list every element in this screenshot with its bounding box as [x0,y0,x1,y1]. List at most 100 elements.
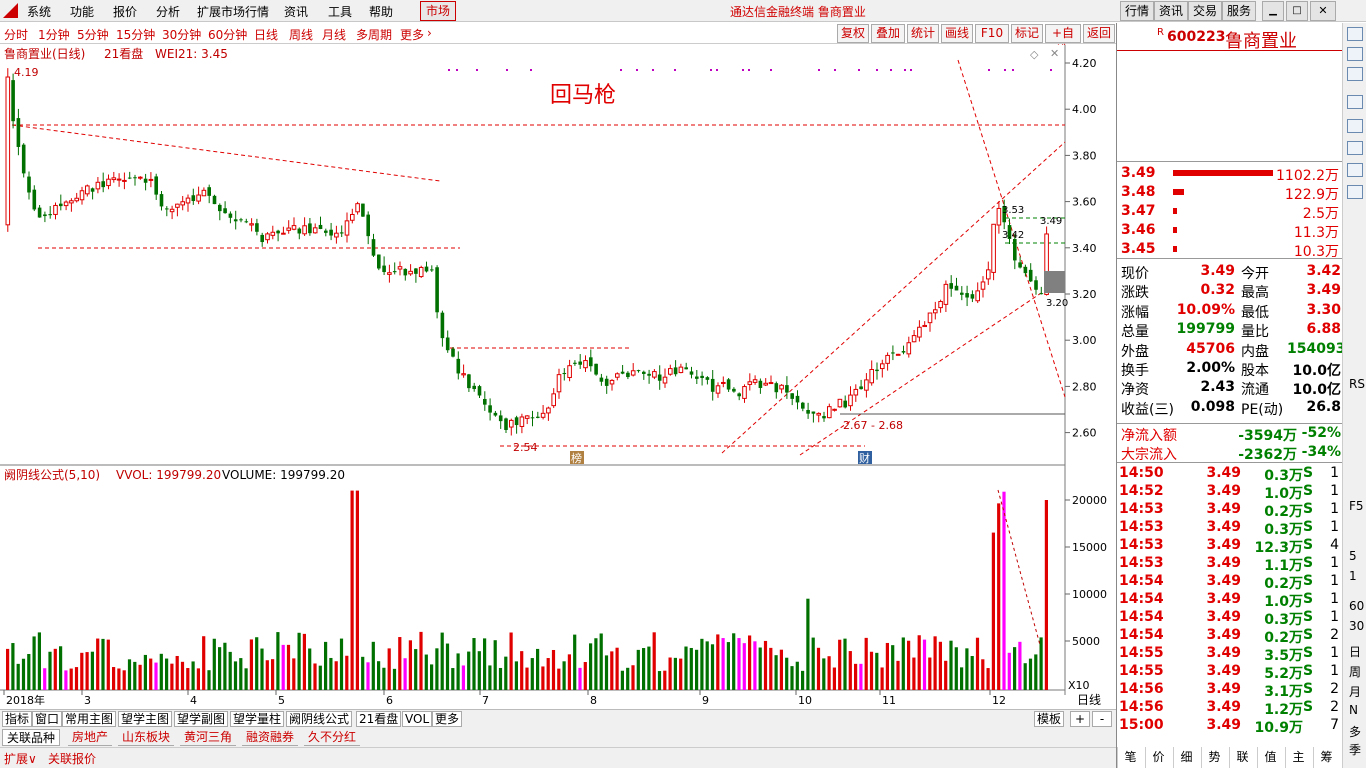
period-monthly[interactable]: 月线 [322,26,346,43]
panel-tab[interactable]: 筹 [1313,747,1339,768]
tab-wangxue-main[interactable]: 望学主图 [118,711,173,727]
kline-chart-area[interactable]: 鲁商置业(日线) 21看盘 WEI21: 3.45 回马枪 4.20 4.00 3.… [0,45,1116,705]
btn-trade[interactable]: 交易 [1188,1,1222,21]
strip-item[interactable]: 月 [1349,683,1361,700]
chart-icon[interactable] [1347,95,1363,109]
tab-more[interactable]: 更多 [432,711,463,727]
minimize-icon[interactable]: ▁ [1262,1,1284,21]
ext-related-quotes[interactable]: 关联报价 [48,750,96,767]
tick-row[interactable]: 14:55 3.49 3.5万 S 1 [1119,645,1341,664]
chevron-up-icon[interactable] [1347,27,1363,41]
panel-tab[interactable]: 势 [1201,747,1227,768]
sector-shandong[interactable]: 山东板块 [118,729,175,746]
orderbook-row[interactable]: 3.49 1102.2万 [1119,165,1341,184]
period-15min[interactable]: 15分钟 [116,26,155,43]
menu-system[interactable]: 系统 [27,3,51,20]
cross-icon[interactable] [1347,47,1363,61]
menu-news[interactable]: 资讯 [284,3,308,20]
tick-list[interactable]: 14:50 3.49 0.3万 S 1 14:52 3.49 1.0万 S 1 14:53 3.49 0… [1117,465,1343,745]
tick-row[interactable]: 14:54 3.49 1.0万 S 1 [1119,591,1341,610]
tick-row[interactable]: 14:53 3.49 0.3万 S 1 [1119,519,1341,538]
diamond-icon[interactable]: ◇ [1030,48,1038,61]
zoom-in-button[interactable]: + [1070,711,1090,727]
btn-back[interactable]: 返回 [1083,24,1115,43]
list-icon[interactable] [1347,119,1363,133]
btn-service[interactable]: 服务 [1222,1,1256,21]
zoom-out-button[interactable]: - [1092,711,1112,727]
tab-window[interactable]: 窗口 [32,711,63,727]
strip-item[interactable]: RSI [1349,377,1366,391]
close-icon[interactable]: ✕ [1310,1,1336,21]
tick-row[interactable]: 14:54 3.49 0.2万 S 1 [1119,573,1341,592]
strip-item[interactable]: 多 [1349,723,1361,740]
btn-mark[interactable]: 标记 [1011,24,1043,43]
tab-21kp[interactable]: 21看盘 [356,711,402,727]
tab-wangxue-sub[interactable]: 望学副图 [174,711,229,727]
period-multi[interactable]: 多周期 [356,26,392,43]
down-arrow-icon[interactable] [1347,67,1363,81]
strip-item[interactable]: 季 [1349,741,1361,758]
orderbook-row[interactable]: 3.47 2.5万 [1119,203,1341,222]
period-30min[interactable]: 30分钟 [162,26,201,43]
menu-ext-market[interactable]: 扩展市场行情 [197,3,269,20]
panel-tab[interactable]: 笔 [1117,747,1143,768]
zoom-icon[interactable] [1347,141,1363,155]
maximize-icon[interactable]: □ [1286,1,1308,21]
panel-tab[interactable]: 价 [1145,747,1171,768]
tab-common-main[interactable]: 常用主图 [62,711,117,727]
strip-item[interactable]: 30 [1349,619,1364,633]
strip-item[interactable]: 周 [1349,663,1361,680]
tab-vol[interactable]: VOL [402,711,433,727]
period-daily[interactable]: 日线 [254,26,278,43]
panel-tab[interactable]: 联 [1229,747,1255,768]
tick-row[interactable]: 14:53 3.49 0.2万 S 1 [1119,501,1341,520]
strip-item[interactable]: 60 [1349,599,1364,613]
menu-analysis[interactable]: 分析 [156,3,180,20]
strip-item[interactable]: N [1349,703,1358,717]
period-weekly[interactable]: 周线 [289,26,313,43]
sector-yellowriver[interactable]: 黄河三角 [180,729,237,746]
sector-related[interactable]: 关联品种 [2,729,61,746]
tick-row[interactable]: 14:50 3.49 0.3万 S 1 [1119,465,1341,484]
orderbook-row[interactable]: 3.45 10.3万 [1119,241,1341,260]
menu-tools[interactable]: 工具 [328,3,352,20]
btn-template[interactable]: 模板 [1034,711,1065,727]
menu-help[interactable]: 帮助 [369,3,393,20]
tick-row[interactable]: 14:56 3.49 3.1万 S 2 [1119,681,1341,700]
strip-item[interactable]: F5 [1349,499,1364,513]
tick-row[interactable]: 14:53 3.49 1.1万 S 1 [1119,555,1341,574]
btn-stats[interactable]: 统计 [907,24,939,43]
period-1min[interactable]: 1分钟 [38,26,70,43]
period-more[interactable]: 更多 [400,26,424,43]
tab-wangxue-vol[interactable]: 望学量柱 [230,711,285,727]
sector-realestate[interactable]: 房地产 [68,729,113,746]
orderbook-row[interactable]: 3.46 11.3万 [1119,222,1341,241]
panel-tab[interactable]: 值 [1257,747,1283,768]
tick-row[interactable]: 14:55 3.49 5.2万 S 1 [1119,663,1341,682]
menu-function[interactable]: 功能 [70,3,94,20]
panel-tab[interactable]: 细 [1173,747,1199,768]
strip-item[interactable]: 5 [1349,549,1357,563]
tick-row[interactable]: 15:00 3.49 10.9万 7 [1119,717,1341,736]
period-5min[interactable]: 5分钟 [77,26,109,43]
panel-tab[interactable]: 主 [1285,747,1311,768]
btn-drawline[interactable]: 画线 [941,24,973,43]
tick-row[interactable]: 14:52 3.49 1.0万 S 1 [1119,483,1341,502]
market-tab[interactable]: 市场 [420,1,456,21]
btn-overlay[interactable]: 叠加 [871,24,905,43]
btn-add-favorite[interactable]: +自选 [1045,24,1081,57]
tick-row[interactable]: 14:54 3.49 0.2万 S 2 [1119,627,1341,646]
sector-margin[interactable]: 融资融券 [242,729,299,746]
sector-no-dividend[interactable]: 久不分红 [304,729,361,746]
ext-toggle[interactable]: 扩展∨ [4,750,37,767]
small-close-icon[interactable]: ✕ [1050,47,1059,60]
tab-formula[interactable]: 阙阴线公式 [286,711,353,727]
compass-icon[interactable] [1347,163,1363,177]
btn-quotes[interactable]: 行情 [1120,1,1154,21]
period-timeshare[interactable]: 分时 [4,26,28,43]
tick-row[interactable]: 14:53 3.49 12.3万 S 4 [1119,537,1341,556]
btn-news[interactable]: 资讯 [1154,1,1188,21]
tick-row[interactable]: 14:54 3.49 0.3万 S 1 [1119,609,1341,628]
tick-row[interactable]: 14:56 3.49 1.2万 S 2 [1119,699,1341,718]
menu-quote[interactable]: 报价 [113,3,137,20]
